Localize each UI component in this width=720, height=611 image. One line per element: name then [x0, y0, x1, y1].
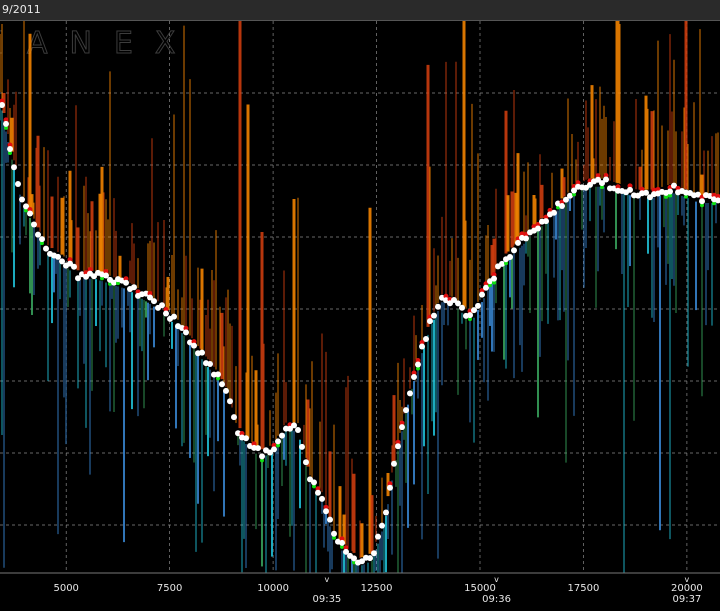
time-marker-label: 09:37: [672, 594, 701, 605]
trade-dot: [259, 453, 265, 459]
trade-dot: [419, 344, 425, 350]
trade-dot: [275, 438, 281, 444]
trade-dot: [199, 350, 205, 356]
trade-dot: [315, 490, 321, 496]
trade-dot: [551, 210, 557, 216]
trade-dot: [667, 188, 673, 194]
trade-dot: [475, 303, 481, 309]
trade-dot: [7, 146, 13, 152]
trade-dot: [15, 181, 21, 187]
trade-dot: [159, 302, 165, 308]
time-marker-label: 09:36: [482, 594, 511, 605]
trade-dot: [375, 534, 381, 540]
x-tick-label: 7500: [157, 583, 182, 594]
trade-dot: [467, 312, 473, 318]
trade-dot: [423, 336, 429, 342]
trade-dot: [491, 276, 497, 282]
trade-dot: [567, 193, 573, 199]
trade-dot: [191, 343, 197, 349]
trade-dot: [35, 232, 41, 238]
trade-dot: [699, 198, 705, 204]
trade-dot: [511, 247, 517, 253]
trade-dot: [207, 361, 213, 367]
trade-dot: [367, 555, 373, 561]
trade-dot: [243, 435, 249, 441]
trade-dot: [171, 314, 177, 320]
trade-dot: [123, 280, 129, 286]
chart-area: NANEX 500075001000012500150001750020000v…: [0, 21, 720, 607]
trade-dot: [407, 390, 413, 396]
trade-dot: [427, 318, 433, 324]
time-marker-caret: v: [325, 575, 330, 584]
trade-dot: [319, 496, 325, 502]
trade-dot: [403, 407, 409, 413]
trade-dot: [399, 424, 405, 430]
trade-dot: [339, 540, 345, 546]
trade-dot: [559, 203, 565, 209]
trade-dot: [271, 446, 277, 452]
trade-dot: [31, 222, 37, 228]
trade-dot: [411, 374, 417, 380]
trade-dot: [151, 298, 157, 304]
trade-dot: [303, 459, 309, 465]
trade-dot: [603, 177, 609, 183]
trade-dot: [311, 479, 317, 485]
trade-dot: [387, 485, 393, 491]
trade-dot: [379, 523, 385, 529]
trade-dot: [3, 121, 9, 127]
trade-dot: [299, 444, 305, 450]
trade-dot: [227, 398, 233, 404]
time-marker-caret: v: [685, 575, 690, 584]
trade-dot: [295, 427, 301, 433]
trade-dot: [535, 226, 541, 232]
quote-chart: NANEX 500075001000012500150001750020000v…: [0, 21, 720, 607]
trade-dot: [543, 218, 549, 224]
trade-dot: [523, 236, 529, 242]
x-tick-label: 20000: [671, 583, 703, 594]
time-marker-label: 09:35: [312, 594, 341, 605]
trade-dot: [215, 371, 221, 377]
trade-dot: [415, 362, 421, 368]
trade-dot: [43, 246, 49, 252]
trade-dot: [327, 517, 333, 523]
trade-dot: [27, 211, 33, 217]
trade-dot: [131, 284, 137, 290]
trade-dot: [279, 433, 285, 439]
x-tick-label: 5000: [53, 583, 78, 594]
trade-dot: [223, 388, 229, 394]
trade-dot: [507, 254, 513, 260]
trade-dot: [431, 313, 437, 319]
trade-dot: [643, 190, 649, 196]
trade-dot: [459, 305, 465, 311]
trade-dot: [627, 187, 633, 193]
time-marker-caret: v: [494, 575, 499, 584]
trade-dot: [19, 197, 25, 203]
trade-dot: [395, 443, 401, 449]
trade-dot: [39, 236, 45, 242]
x-tick-label: 10000: [257, 583, 289, 594]
trade-dot: [231, 414, 237, 420]
trade-dot: [291, 422, 297, 428]
trade-dot: [391, 461, 397, 467]
trade-dot: [331, 531, 337, 537]
trade-dot: [11, 164, 17, 170]
trade-dot: [515, 240, 521, 246]
trade-dot: [435, 304, 441, 310]
trade-dot: [371, 550, 377, 556]
trade-dot: [71, 264, 77, 270]
x-tick-label: 15000: [464, 583, 496, 594]
trade-dot: [479, 292, 485, 298]
trade-dot: [255, 445, 261, 451]
trade-dot: [219, 381, 225, 387]
x-tick-label: 17500: [568, 583, 600, 594]
title-bar: 9/2011: [0, 0, 720, 21]
trade-dot: [323, 508, 329, 514]
trade-dot: [163, 310, 169, 316]
trade-dot: [183, 329, 189, 335]
date-label: 9/2011: [2, 3, 41, 16]
trade-dot: [55, 254, 61, 260]
trade-dot: [383, 510, 389, 516]
x-tick-label: 12500: [361, 583, 393, 594]
